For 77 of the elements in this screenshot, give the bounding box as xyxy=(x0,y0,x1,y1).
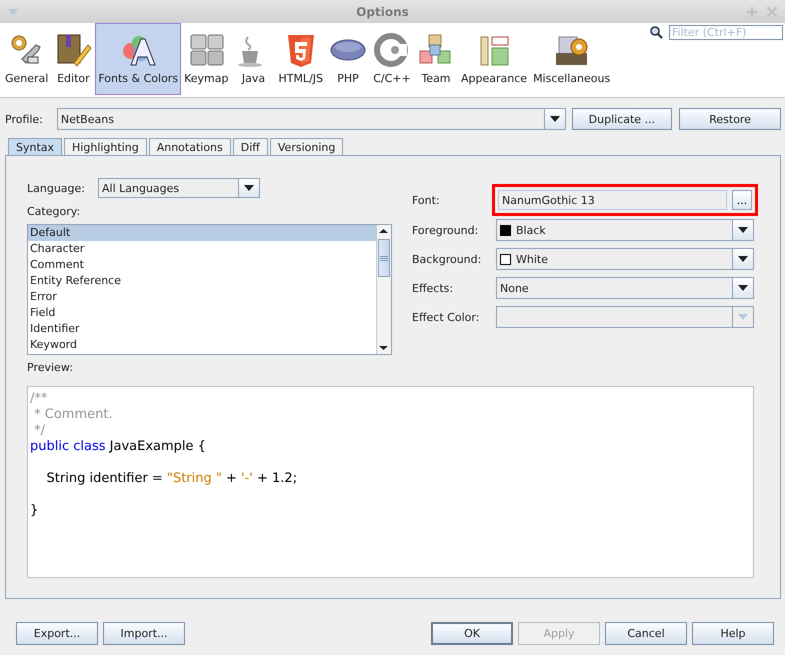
category-item[interactable]: Field xyxy=(28,305,376,321)
keyboard-keys-icon xyxy=(190,34,224,66)
close-icon[interactable] xyxy=(767,6,777,16)
tab[interactable]: Diff xyxy=(232,138,268,155)
code-line: * Comment. xyxy=(33,407,113,423)
dialog-button[interactable]: Import... xyxy=(103,622,185,645)
font-field: NanumGothic 13 xyxy=(498,190,727,210)
folder-gear-icon xyxy=(556,36,588,65)
dropdown-arrow-icon xyxy=(550,116,560,122)
dialog-button[interactable]: Help xyxy=(692,622,774,645)
dropdown-arrow-icon xyxy=(8,8,18,14)
category-item[interactable]: Keyword xyxy=(28,337,376,353)
tab[interactable]: Versioning xyxy=(270,138,344,155)
property-label: Foreground: xyxy=(412,224,480,236)
profile-label: Profile: xyxy=(5,112,44,126)
gear-wrench-icon xyxy=(11,36,40,64)
dialog-button[interactable]: Cancel xyxy=(605,622,687,645)
category-item[interactable]: Entity Reference xyxy=(28,273,376,289)
preview-label: Preview: xyxy=(27,361,74,374)
book-pencil-icon xyxy=(58,34,92,67)
code-line: */ xyxy=(33,423,46,439)
category-button[interactable]: Appearance xyxy=(458,23,530,95)
window-title: Options xyxy=(355,4,410,18)
tab[interactable]: Highlighting xyxy=(64,138,147,155)
property-label: Effects: xyxy=(412,282,454,294)
shield-icon xyxy=(288,35,314,67)
colored-letter-icon xyxy=(123,36,156,66)
code-line: /** xyxy=(30,391,48,407)
dropdown-arrow-icon xyxy=(738,227,748,233)
category-button[interactable]: Editor xyxy=(51,23,96,95)
search-icon xyxy=(650,26,663,39)
category-button[interactable]: PHP xyxy=(326,23,370,95)
layout-icon xyxy=(480,36,509,66)
scroll-thumb[interactable] xyxy=(378,239,390,277)
language-dropdown[interactable]: All Languages xyxy=(98,178,260,198)
dropdown-arrow-icon xyxy=(738,256,748,262)
duplicate-button[interactable]: Duplicate ... xyxy=(572,108,672,130)
dialog-button[interactable]: Export... xyxy=(16,622,98,645)
restore-button[interactable]: Restore xyxy=(679,108,781,130)
category-button[interactable]: Team xyxy=(414,23,458,95)
dropdown-arrow-icon xyxy=(244,185,254,191)
property-label: Effect Color: xyxy=(412,310,480,324)
filter-field[interactable]: Filter (Ctrl+F) xyxy=(669,25,783,40)
dialog-button[interactable]: OK xyxy=(431,622,513,645)
category-item[interactable]: Comment xyxy=(28,257,376,273)
category-button[interactable]: Java xyxy=(231,23,276,95)
dropdown-arrow-icon xyxy=(738,285,748,291)
property-dropdown[interactable]: Black xyxy=(496,219,754,241)
coffee-cup-icon xyxy=(238,36,262,67)
profile-dropdown[interactable]: NetBeans xyxy=(56,108,566,130)
maximize-icon[interactable] xyxy=(747,6,757,16)
property-label: Background: xyxy=(412,252,482,266)
tab[interactable]: Syntax xyxy=(8,138,62,155)
property-dropdown[interactable]: None xyxy=(496,277,754,299)
category-button[interactable]: Keymap xyxy=(181,23,232,95)
ring-icon xyxy=(374,33,408,67)
category-label: Category: xyxy=(27,205,82,218)
category-item[interactable]: Identifier xyxy=(28,321,376,337)
font-label: Font: xyxy=(412,194,441,206)
category-button[interactable]: HTML/JS xyxy=(275,23,326,95)
category-button[interactable]: General xyxy=(2,23,52,95)
category-item[interactable]: Character xyxy=(28,241,376,257)
code-line: } xyxy=(30,503,38,519)
category-button[interactable]: Fonts & Colors xyxy=(95,23,182,95)
language-label: Language: xyxy=(27,182,86,194)
property-dropdown[interactable]: White xyxy=(496,248,754,270)
category-button[interactable]: C/C++ xyxy=(370,23,414,95)
tab[interactable]: Annotations xyxy=(148,138,231,155)
font-picker-button[interactable]: ... xyxy=(732,190,752,210)
code-line: String identifier = "String " + '-' + 1.2; xyxy=(46,471,298,487)
category-item[interactable]: Error xyxy=(28,289,376,305)
code-line: public class JavaExample { xyxy=(30,439,206,455)
category-item[interactable]: Default xyxy=(28,225,376,241)
oval-badge-icon xyxy=(330,40,366,60)
cubes-icon xyxy=(420,34,450,64)
category-button[interactable]: Miscellaneous xyxy=(530,23,614,95)
dropdown-arrow-icon xyxy=(738,314,748,320)
